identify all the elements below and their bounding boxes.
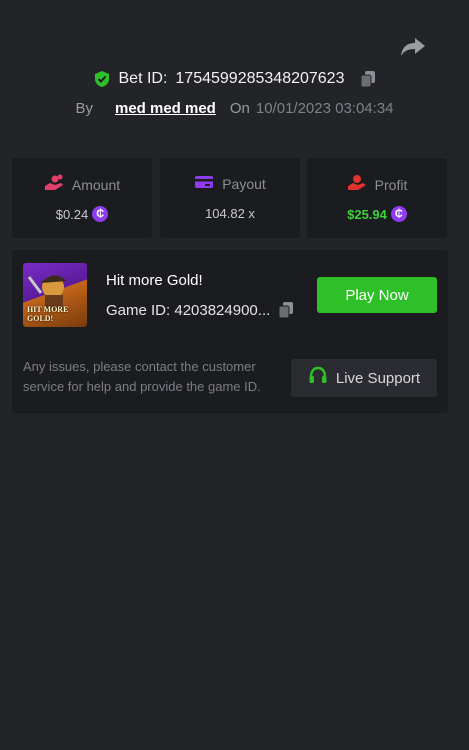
bet-id-row: Bet ID: 1754599285348207623 (0, 68, 469, 90)
game-thumbnail-text: HIT MORE GOLD! (27, 305, 69, 323)
coin-icon: ₵ (390, 206, 407, 222)
amount-card: Amount $0.24 ₵ (12, 158, 152, 238)
by-label: By (75, 99, 93, 117)
game-card: HIT MORE GOLD! Hit more Gold! Game ID: 4… (12, 250, 448, 413)
card-icon (194, 174, 214, 193)
hand-coins-icon (44, 174, 64, 195)
hand-money-icon (347, 174, 367, 195)
verified-shield-icon (93, 70, 111, 88)
copy-icon[interactable] (278, 301, 294, 319)
bet-author-row: By med med med On 10/01/2023 03:04:34 (0, 97, 469, 119)
amount-value: $0.24 (55, 206, 89, 222)
profit-label: Profit (374, 176, 408, 193)
share-icon[interactable] (400, 36, 426, 58)
headset-icon (308, 366, 328, 390)
username-link[interactable]: med med med (115, 100, 216, 117)
payout-value: 104.82 x (205, 206, 255, 221)
profit-card: Profit $25.94 ₵ (307, 158, 447, 238)
bet-id-value: 1754599285348207623 (175, 70, 345, 87)
live-support-label: Live Support (335, 369, 421, 387)
live-support-button[interactable]: Live Support (291, 359, 437, 397)
support-notice: Any issues, please contact the customer … (23, 359, 261, 394)
bet-id-label: Bet ID: (118, 70, 168, 87)
copy-icon[interactable] (360, 70, 376, 88)
bet-datetime: 10/01/2023 03:04:34 (255, 99, 394, 117)
on-label: On (229, 99, 250, 117)
amount-label: Amount (71, 176, 121, 193)
coin-icon: ₵ (92, 206, 109, 222)
game-thumbnail[interactable]: HIT MORE GOLD! (23, 263, 87, 327)
game-title: Hit more Gold! (106, 272, 203, 289)
game-id-text: Game ID: 4203824900... (106, 301, 271, 319)
game-id-row: Game ID: 4203824900... (106, 301, 294, 319)
payout-card: Payout 104.82 x (160, 158, 300, 238)
play-now-button[interactable]: Play Now (317, 277, 437, 313)
profit-value: $25.94 (347, 206, 387, 222)
payout-label: Payout (222, 175, 266, 192)
